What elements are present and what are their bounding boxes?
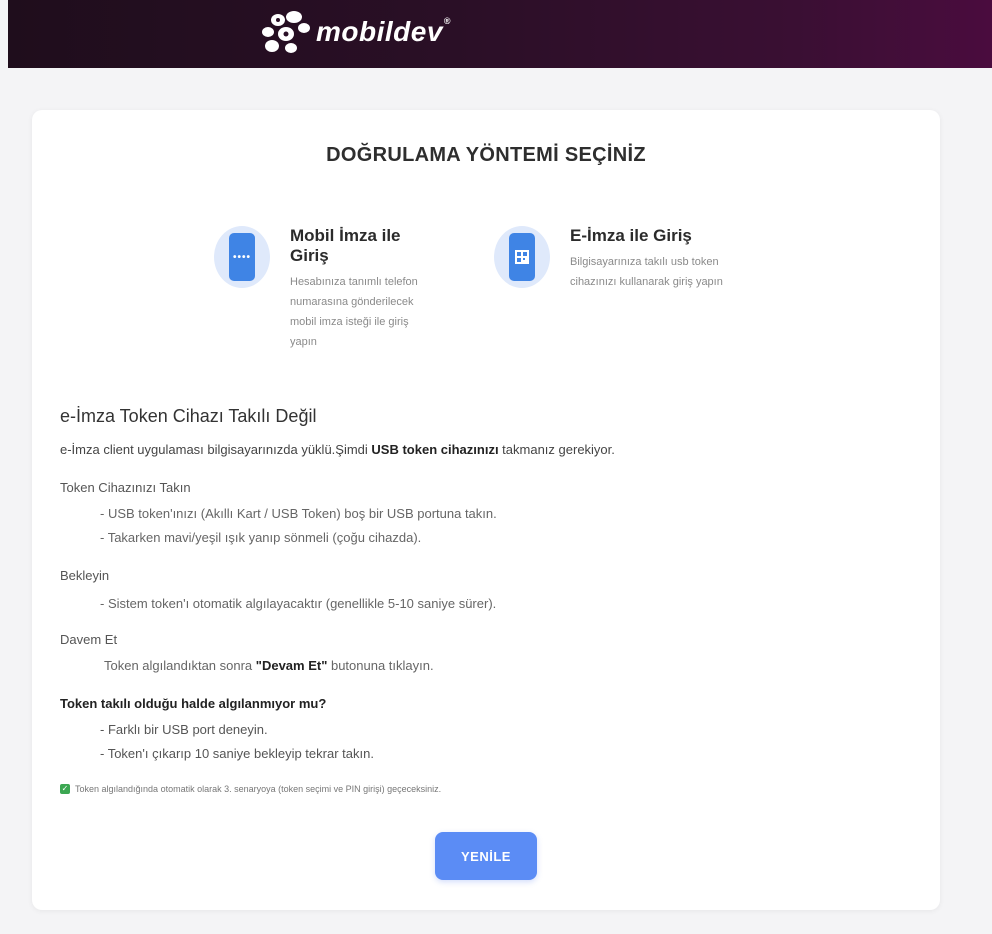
- step-bullet: - Sistem token'ı otomatik algılayacaktır…: [100, 596, 497, 611]
- check-icon: ✓: [60, 784, 70, 794]
- troubleshoot-bullet: - Farklı bir USB port deneyin.: [100, 722, 268, 737]
- continue-suffix: butonuna tıklayın.: [327, 658, 434, 673]
- continue-bold: "Devam Et": [255, 658, 328, 673]
- method-mobile-signature[interactable]: •••• Mobil İmza ile Giriş Hesabınıza tan…: [214, 226, 430, 352]
- logo-registered-mark: ®: [443, 16, 452, 26]
- mobile-phone-icon: ••••: [214, 226, 270, 288]
- logo-text: mobildev: [316, 16, 443, 47]
- auto-detect-note: ✓ Token algılandığında otomatik olarak 3…: [60, 784, 920, 794]
- step-title-continue: Davem Et: [60, 632, 118, 647]
- intro-bold: USB token cihazınızı: [371, 442, 499, 457]
- step-continue-line: Token algılandıktan sonra "Devam Et" but…: [104, 658, 964, 673]
- verification-card: DOĞRULAMA YÖNTEMİ SEÇİNİZ •••• Mobil İmz…: [32, 110, 940, 910]
- method-mobile-title: Mobil İmza ile Giriş: [290, 226, 401, 265]
- troubleshoot-title: Token takılı olduğu halde algılanmıyor m…: [60, 696, 327, 711]
- intro-prefix: e-İmza client uygulaması bilgisayarınızd…: [60, 442, 372, 457]
- qr-phone-icon: [494, 226, 550, 288]
- method-e-signature-title: E-İmza ile Giriş: [570, 226, 692, 245]
- auto-detect-note-text: Token algılandığında otomatik olarak 3. …: [75, 784, 442, 794]
- top-header: mobildev®: [8, 0, 992, 68]
- troubleshoot-bullet: - Token'ı çıkarıp 10 saniye bekleyip tek…: [100, 746, 374, 761]
- method-e-signature[interactable]: E-İmza ile Giriş Bilgisayarınıza takılı …: [494, 226, 750, 292]
- step-title-insert: Token Cihazınızı Takın: [60, 480, 191, 495]
- continue-prefix: Token algılandıktan sonra: [104, 658, 256, 673]
- method-mobile-description: Hesabınıza tanımlı telefon numarasına gö…: [290, 276, 418, 348]
- step-title-wait: Bekleyin: [60, 568, 110, 583]
- intro-suffix: takmanız gerekiyor.: [498, 442, 615, 457]
- intro-text: e-İmza client uygulaması bilgisayarınızd…: [60, 442, 920, 457]
- refresh-button[interactable]: YENİLE: [435, 832, 537, 880]
- logo-flower-icon: [262, 11, 310, 53]
- token-status-heading: e-İmza Token Cihazı Takılı Değil: [60, 406, 317, 426]
- step-bullet: - Takarken mavi/yeşil ışık yanıp sönmeli…: [100, 530, 422, 545]
- brand-logo[interactable]: mobildev®: [258, 8, 451, 56]
- page-title: DOĞRULAMA YÖNTEMİ SEÇİNİZ: [326, 144, 646, 166]
- method-e-signature-description: Bilgisayarınıza takılı usb token cihazın…: [570, 256, 723, 288]
- step-bullet: - USB token'ınızı (Akıllı Kart / USB Tok…: [100, 506, 497, 521]
